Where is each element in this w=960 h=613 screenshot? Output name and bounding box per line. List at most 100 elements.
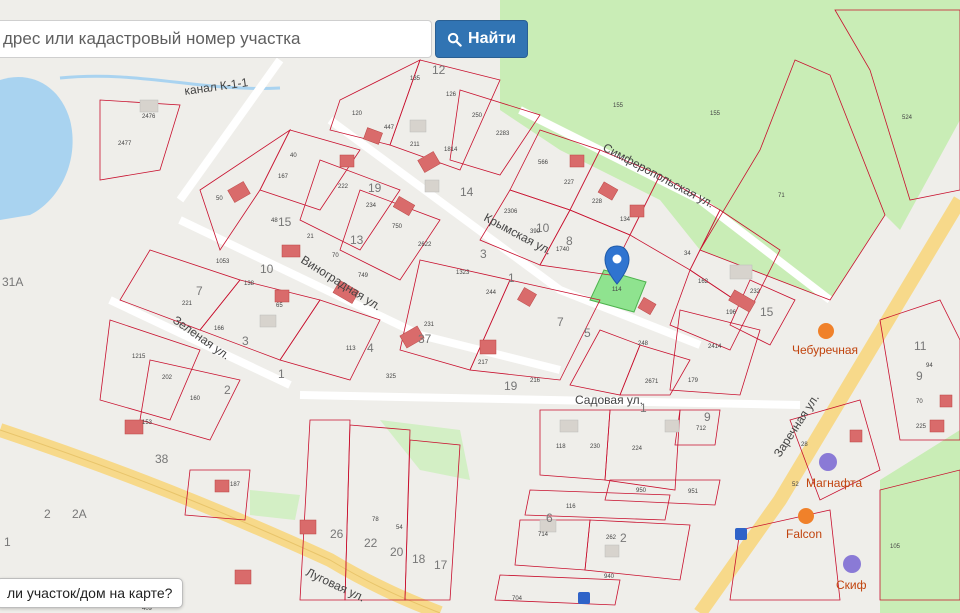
parcel-number-label: 179: [688, 378, 699, 384]
building-number-label: 13: [350, 233, 364, 247]
parcel-number-label: 78: [372, 517, 379, 523]
parcel-number-label: 40: [290, 153, 297, 159]
parcel-number-label: 167: [278, 174, 289, 180]
parcel-number-label: 230: [590, 444, 601, 450]
hint-tooltip[interactable]: ли участок/дом на карте?: [0, 578, 184, 608]
parcel-number-label: 1323: [456, 270, 470, 276]
parcel-number-label: 447: [384, 125, 395, 131]
parcel-number-label: 2671: [645, 379, 659, 385]
parcel-number-label: 135: [410, 76, 421, 82]
building-number-label: 15: [278, 215, 292, 229]
parcel-number-label: 50: [216, 196, 223, 202]
parcel-number-label: 217: [478, 360, 489, 366]
parcel-number-label: 196: [726, 310, 737, 316]
parcel-number-label: 222: [338, 184, 349, 190]
parcel-number-label: 224: [632, 446, 643, 452]
parcel-number-label: 390: [530, 229, 541, 235]
building-number-label: 2: [44, 507, 51, 521]
building-number-label: 7: [196, 284, 203, 298]
parcel-number-label: 566: [538, 160, 549, 166]
parcel-number-label: 126: [446, 92, 457, 98]
parcel-number-label: 52: [792, 482, 799, 488]
building-number-label: 5: [584, 326, 591, 340]
parcel-number-label: 228: [592, 199, 603, 205]
parcel-number-label: 951: [688, 489, 699, 495]
parcel-number-label: 54: [396, 525, 403, 531]
building-number-label: 26: [330, 527, 344, 541]
street-label-sadovaya: Садовая ул.: [575, 393, 643, 407]
parcel-number-label: 714: [538, 532, 549, 538]
svg-text:Чебуречная: Чебуречная: [792, 343, 858, 357]
cadastral-map[interactable]: канал К-1-1 Симферопольская ул. Крымская…: [0, 0, 960, 613]
parcel-number-label: 114: [612, 287, 622, 293]
search-button[interactable]: Найти: [435, 20, 528, 58]
bus-stop-icon[interactable]: [735, 528, 747, 540]
building-number-label: 38: [155, 452, 169, 466]
building-number-label: 20: [390, 545, 404, 559]
building-number-label: 31А: [2, 275, 23, 289]
parcel-number-label: 70: [916, 399, 923, 405]
building-number-label: 2: [224, 383, 231, 397]
parcel-number-label: 138: [244, 281, 255, 287]
parcel-number-label: 162: [698, 279, 709, 285]
building-number-label: 9: [916, 369, 923, 383]
building-number-label: 7: [557, 315, 564, 329]
fuel-station-icon: [843, 555, 861, 573]
search-input[interactable]: [0, 20, 432, 58]
fuel-station-icon: [819, 453, 837, 471]
parcel-number-label: 48: [271, 218, 278, 224]
parcel-number-label: 116: [566, 504, 576, 510]
building-number-label: 10: [260, 262, 274, 276]
svg-text:Falcon: Falcon: [786, 527, 822, 541]
building-number-label: 1: [508, 271, 515, 285]
parcel-number-label: 94: [926, 363, 933, 369]
search-icon: [447, 32, 462, 47]
building-number-label: 3: [242, 334, 249, 348]
building-number-label: 1: [278, 367, 285, 381]
parcel-number-label: 262: [606, 535, 617, 541]
building-number-label: 2А: [72, 507, 87, 521]
parcel-number-label: 155: [710, 111, 721, 117]
building-number-label: 18: [412, 552, 426, 566]
parcel-number-label: 244: [486, 290, 497, 296]
parcel-number-label: 1215: [132, 354, 146, 360]
building-number-label: 3: [480, 247, 487, 261]
building-number-label: 22: [364, 536, 378, 550]
parcel-number-label: 232: [750, 289, 761, 295]
parcel-number-label: 1740: [556, 247, 570, 253]
building-number-label: 8: [566, 234, 573, 248]
parcel-number-label: 248: [638, 341, 649, 347]
parcel-number-label: 2414: [708, 344, 722, 350]
parcel-number-label: 2476: [142, 114, 156, 120]
building-number-label: 11: [914, 339, 927, 353]
building-number-label: 1: [640, 401, 647, 415]
parcel-number-label: 221: [182, 301, 193, 307]
building-number-label: 4: [367, 341, 374, 355]
parcel-number-label: 118: [556, 444, 566, 450]
parcel-number-label: 65: [276, 303, 283, 309]
parcel-number-label: 105: [890, 544, 901, 550]
parcel-number-label: 704: [512, 596, 523, 602]
parcel-number-label: 749: [358, 273, 369, 279]
parcel-number-label: 113: [346, 346, 356, 352]
parcel-number-label: 187: [230, 482, 241, 488]
parcel-number-label: 71: [778, 193, 785, 199]
parcel-number-label: 750: [392, 224, 403, 230]
parcel-number-label: 160: [190, 396, 201, 402]
parcel-number-label: 1814: [444, 147, 458, 153]
building-number-label: 9: [704, 410, 711, 424]
parcel-number-label: 211: [410, 142, 420, 148]
parcel-number-label: 2477: [118, 141, 132, 147]
food-icon: [818, 323, 834, 339]
parcel-number-label: 1053: [216, 259, 230, 265]
shop-icon: [798, 508, 814, 524]
bus-stop-icon[interactable]: [578, 592, 590, 604]
parcel-number-label: 940: [604, 574, 615, 580]
parcel-number-label: 2283: [496, 131, 510, 137]
parcel-number-label: 34: [684, 251, 691, 257]
building-number-label: 1: [4, 535, 11, 549]
parcel-number-label: 225: [916, 424, 927, 430]
building-number-label: 15: [760, 305, 774, 319]
building-number-label: 37: [418, 332, 432, 346]
parcel-number-label: 134: [620, 217, 631, 223]
